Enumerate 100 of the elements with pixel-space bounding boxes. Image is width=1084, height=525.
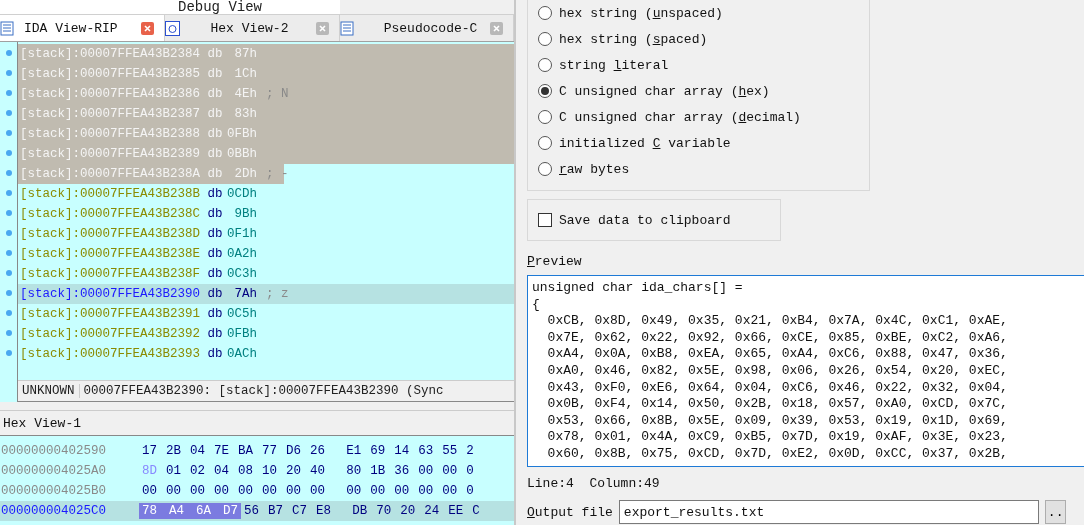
address-text: [stack]:00007FFEA43B2384: [20, 47, 201, 61]
address-text: 000000004025B0: [1, 484, 108, 498]
mnemonic-text: db: [207, 67, 223, 81]
value-text: 0ACh: [227, 347, 258, 361]
format-option[interactable]: string literal: [538, 52, 869, 78]
hex-byte: 1B: [369, 463, 387, 479]
hex-byte: 00: [141, 483, 158, 499]
hex-byte: 55: [441, 443, 459, 459]
address-text: [stack]:00007FFEA43B2385: [20, 67, 201, 81]
radio-button[interactable]: [538, 32, 552, 46]
comment-text: ; -: [266, 167, 289, 181]
value-text: 4Eh: [233, 87, 258, 101]
hex-byte: 04: [189, 443, 207, 459]
format-option[interactable]: C unsigned char array (hex): [538, 78, 869, 104]
option-label: string literal: [559, 57, 669, 73]
hex-byte: 17: [141, 443, 158, 459]
address-text: 000000004025C0: [1, 504, 108, 518]
tab[interactable]: Pseudocode-C: [339, 15, 514, 41]
hex-byte: 00: [417, 463, 435, 479]
address-text: [stack]:00007FFEA43B238F: [20, 267, 201, 281]
code-line: 0x7E, 0x62, 0x22, 0x92, 0x66, 0xCE, 0x85, 0xBE, 0xC2, 0xA6,: [546, 329, 1009, 347]
radio-button[interactable]: [538, 162, 552, 176]
hex-byte: 69: [369, 443, 387, 459]
dot-icon: [5, 50, 12, 56]
value-text: 7Ah: [233, 287, 258, 301]
hex-byte: 00: [393, 483, 411, 499]
hex-byte: B7: [267, 503, 285, 519]
hex-byte: 6A: [193, 503, 221, 519]
hex-byte: 00: [309, 483, 327, 499]
document-icon: [0, 20, 14, 36]
code-line: 0xA0, 0x46, 0x82, 0x5E, 0x98, 0x06, 0x26, 0x54, 0x20, 0xEC,: [546, 362, 1009, 380]
dot-icon: [5, 310, 12, 316]
browse-button[interactable]: ..: [1044, 500, 1067, 524]
dot-icon: [5, 330, 12, 336]
format-option[interactable]: hex string (spaced): [538, 26, 869, 52]
mnemonic-text: db: [207, 247, 223, 261]
address-text: [stack]:00007FFEA43B2386: [20, 87, 201, 101]
radio-button[interactable]: [538, 84, 552, 98]
dot-icon: [5, 230, 12, 236]
option-label: hex string (spaced): [559, 31, 708, 47]
window-icon: [165, 20, 181, 36]
value-text: 83h: [233, 107, 258, 121]
radio-button[interactable]: [538, 136, 552, 150]
mnemonic-text: db: [207, 327, 223, 341]
output-file-field[interactable]: export_results.txt: [618, 500, 1039, 524]
hex-byte: 00: [441, 483, 459, 499]
value-text: 1Ch: [233, 67, 258, 81]
checkbox[interactable]: [538, 213, 552, 227]
mnemonic-text: db: [207, 227, 223, 241]
hex-byte: 02: [189, 463, 207, 479]
dot-icon: [5, 190, 12, 196]
value-text: 2Dh: [233, 167, 258, 181]
hex-byte: 80: [345, 463, 363, 479]
hex-byte: 20: [399, 503, 417, 519]
hex-byte: 2B: [165, 443, 183, 459]
address-text: [stack]:00007FFEA43B238E: [20, 247, 201, 261]
value-text: 0FBh: [227, 327, 258, 341]
hex-byte: C: [471, 503, 481, 519]
mnemonic-text: db: [207, 87, 223, 101]
address-text: [stack]:00007FFEA43B238D: [20, 227, 201, 241]
value-text: 0F1h: [227, 227, 258, 241]
tab[interactable]: IDA View-RIP: [0, 15, 166, 41]
code-line: 0x60, 0x8B, 0x75, 0xCD, 0x7D, 0xE2, 0x0D, 0xCC, 0x37, 0x2B,: [546, 445, 1009, 463]
hex-byte: 14: [393, 443, 411, 459]
hex-byte: 00: [189, 483, 207, 499]
hex-byte: 77: [261, 443, 279, 459]
hex-byte: A4: [166, 503, 194, 519]
format-option[interactable]: C unsigned char array (decimal): [538, 104, 869, 130]
hex-byte: 24: [423, 503, 441, 519]
dot-icon: [5, 130, 12, 136]
hex-byte: EE: [447, 503, 465, 519]
close-icon[interactable]: [141, 21, 155, 35]
address-text: [stack]:00007FFEA43B2389: [20, 147, 201, 161]
status-type: UNKNOWN: [18, 384, 80, 398]
code-line: {: [532, 296, 541, 314]
radio-button[interactable]: [538, 110, 552, 124]
radio-button[interactable]: [538, 6, 552, 20]
column-indicator: Column:49: [589, 475, 660, 491]
format-option[interactable]: hex string (unspaced): [538, 0, 869, 26]
output-file-label: Output file: [527, 504, 613, 520]
address-text: [stack]:00007FFEA43B238B: [20, 187, 201, 201]
hex-byte: 00: [345, 483, 363, 499]
hex-byte: 00: [237, 483, 255, 499]
tab[interactable]: Hex View-2: [165, 15, 340, 41]
hex-byte: DB: [351, 503, 369, 519]
hex-byte: D7: [220, 503, 242, 519]
preview-field[interactable]: [527, 275, 1084, 467]
dot-icon: [5, 150, 12, 156]
dot-icon: [5, 210, 12, 216]
dot-icon: [5, 270, 12, 276]
hex-byte: 26: [309, 443, 327, 459]
value-text: 0C5h: [227, 307, 258, 321]
hex-byte: 00: [213, 483, 231, 499]
code-line: 0xA4, 0x0A, 0xB8, 0xEA, 0x65, 0xA4, 0xC6, 0x88, 0x47, 0x36,: [546, 346, 1009, 363]
hex-byte: 63: [417, 443, 435, 459]
format-option[interactable]: raw bytes: [538, 156, 869, 182]
format-option[interactable]: initialized C variable: [538, 130, 869, 156]
address-text: 000000004025A0: [1, 464, 108, 478]
radio-button[interactable]: [538, 58, 552, 72]
hex-byte: BA: [237, 443, 255, 459]
